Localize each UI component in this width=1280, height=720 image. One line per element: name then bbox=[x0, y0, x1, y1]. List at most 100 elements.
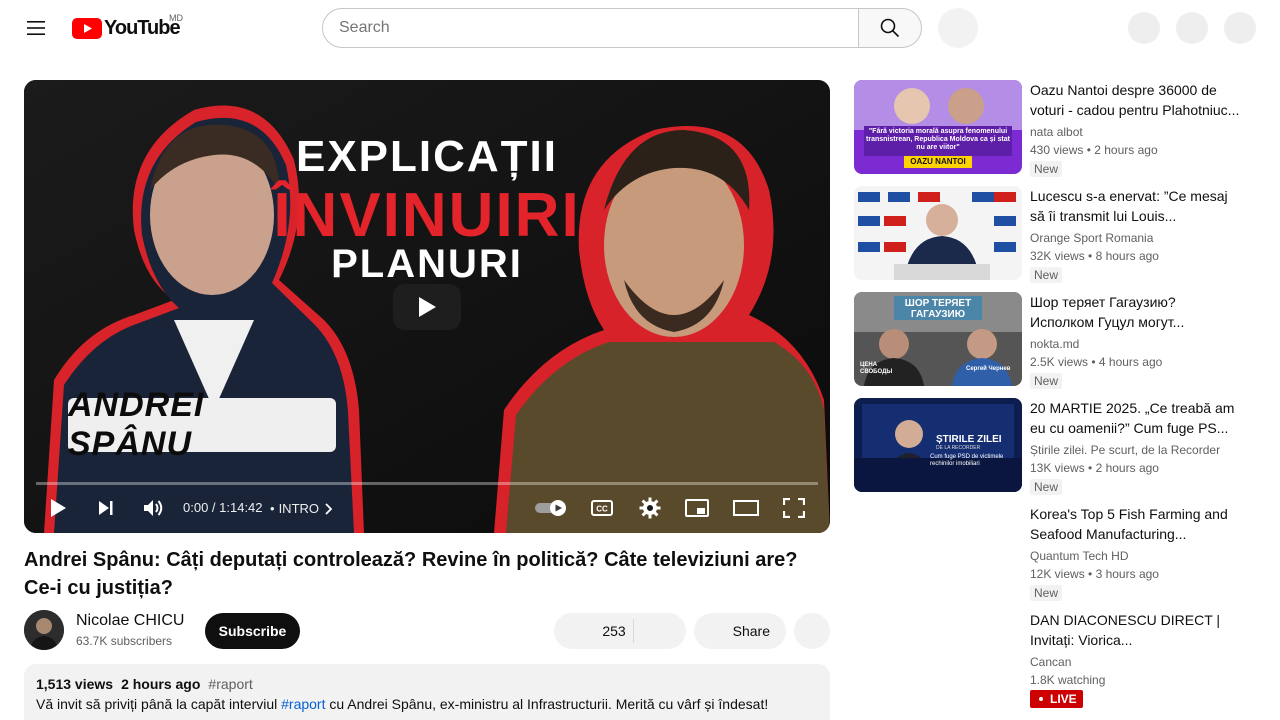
thumbnail-label: OAZU NANTOI bbox=[910, 157, 966, 166]
fullscreen-icon bbox=[783, 498, 805, 518]
recommendation-views: 430 views bbox=[1030, 143, 1084, 157]
description-hashtag-link[interactable]: #raport bbox=[281, 696, 325, 712]
autoplay-toggle-icon bbox=[535, 500, 566, 516]
recommendation-views: 2.5K views bbox=[1030, 355, 1089, 369]
recommendation-title[interactable]: Шор теряет Гагаузию? Исполком Гуцул могу… bbox=[1030, 292, 1240, 332]
description-box[interactable]: 1,513 views 2 hours ago #raport Vă invit… bbox=[24, 664, 830, 720]
play-button[interactable] bbox=[46, 496, 70, 520]
progress-bar[interactable] bbox=[36, 482, 818, 485]
new-badge: New bbox=[1030, 479, 1063, 495]
description-text-after: cu Andrei Spânu, ex-ministru al Infrastr… bbox=[325, 696, 769, 712]
mute-button[interactable] bbox=[141, 496, 165, 520]
recommendation-item[interactable]: "Fără victoria morală asupra fenomenului… bbox=[854, 80, 1254, 177]
avatar-image bbox=[24, 610, 64, 650]
thumbnail-left-caption: ЦЕНА СВОБОДЫ bbox=[860, 362, 893, 375]
thumbnail-image bbox=[854, 186, 1022, 280]
description-meta: 1,513 views 2 hours ago #raport bbox=[36, 676, 818, 692]
thumbnail-title: ȘTIRILE ZILEI bbox=[936, 434, 1002, 445]
voice-search-button[interactable] bbox=[938, 8, 978, 48]
recommendation-thumbnail[interactable]: ȘTIRILE ZILEI DE LA RECORDER Cum fuge PS… bbox=[854, 398, 1022, 492]
create-button[interactable] bbox=[1128, 12, 1160, 44]
channel-avatar[interactable] bbox=[24, 610, 64, 650]
recommendation-title[interactable]: DAN DIACONESCU DIRECT | Invitați: Vioric… bbox=[1030, 610, 1240, 650]
view-count: 1,513 views bbox=[36, 676, 114, 692]
live-label: LIVE bbox=[1050, 692, 1077, 706]
recommendation-item[interactable]: DAN DIACONESCU DIRECT | Invitați: Vioric… bbox=[854, 610, 1254, 708]
subscribe-button[interactable]: Subscribe bbox=[205, 613, 300, 649]
time-display: 0:00 / 1:14:42 bbox=[183, 500, 263, 515]
more-actions-button[interactable] bbox=[794, 613, 830, 649]
recommendation-views: 12K views bbox=[1030, 567, 1085, 581]
video-title: Andrei Spânu: Câți deputați controlează?… bbox=[24, 549, 798, 599]
volume-icon bbox=[144, 500, 163, 516]
recommendation-item[interactable]: ȘTIRILE ZILEI DE LA RECORDER Cum fuge PS… bbox=[854, 398, 1254, 495]
search-button[interactable] bbox=[858, 8, 922, 48]
chevron-right-icon bbox=[325, 502, 333, 515]
recommendation-channel[interactable]: nata albot bbox=[1030, 125, 1083, 139]
recommendation-stats: 13K views • 2 hours ago bbox=[1030, 461, 1159, 475]
subtitles-button[interactable]: CC bbox=[590, 496, 614, 520]
recommendation-item[interactable]: Lucescu s-a enervat: ”Ce mesaj să îi tra… bbox=[854, 186, 1254, 283]
channel-name[interactable]: Nicolae CHICU bbox=[76, 612, 184, 630]
recommendation-views: 32K views bbox=[1030, 249, 1085, 263]
recommendation-title[interactable]: Lucescu s-a enervat: ”Ce mesaj să îi tra… bbox=[1030, 186, 1240, 226]
large-play-button[interactable] bbox=[393, 284, 461, 330]
search-icon bbox=[880, 18, 900, 38]
player-controls: 0:00 / 1:14:42 • INTRO CC bbox=[24, 490, 830, 533]
youtube-logo[interactable]: YouTube bbox=[72, 17, 181, 39]
settings-button[interactable] bbox=[638, 496, 662, 520]
recommendation-stats: 12K views • 3 hours ago bbox=[1030, 567, 1159, 581]
recommendation-thumbnail[interactable] bbox=[854, 610, 1022, 704]
description-text: Vă invit să priviți până la capăt interv… bbox=[36, 696, 818, 712]
recommendation-title[interactable]: 20 MARTIE 2025. „Ce treabă am eu cu oame… bbox=[1030, 398, 1240, 438]
recommendation-age: 8 hours ago bbox=[1095, 249, 1159, 263]
like-divider bbox=[633, 619, 634, 643]
search-input[interactable] bbox=[322, 8, 859, 48]
recommendation-item[interactable]: ШОР ТЕРЯЕТ ГАГАУЗИЮ ЦЕНА СВОБОДЫ Сергей … bbox=[854, 292, 1254, 389]
recommendation-views: 1.8K watching bbox=[1030, 673, 1106, 687]
chapter-separator: • bbox=[270, 501, 275, 516]
recommendation-item[interactable]: Korea's Top 5 Fish Farming and Seafood M… bbox=[854, 504, 1254, 601]
description-hashtag[interactable]: #raport bbox=[208, 676, 252, 692]
recommendation-channel[interactable]: Cancan bbox=[1030, 655, 1071, 669]
recommendation-title[interactable]: Oazu Nantoi despre 36000 de voturi - cad… bbox=[1030, 80, 1240, 120]
share-button[interactable]: Share bbox=[694, 613, 786, 649]
thumbnail-line-2: ÎNVINUIRI bbox=[273, 181, 581, 250]
recommendation-thumbnail[interactable]: "Fără victoria morală asupra fenomenului… bbox=[854, 80, 1022, 174]
miniplayer-button[interactable] bbox=[685, 496, 709, 520]
youtube-play-icon bbox=[72, 17, 102, 39]
recommendation-channel[interactable]: Orange Sport Romania bbox=[1030, 231, 1153, 245]
like-dislike-group: 253 bbox=[554, 613, 686, 649]
upload-age: 2 hours ago bbox=[121, 676, 201, 692]
autoplay-toggle[interactable] bbox=[534, 496, 570, 520]
recommendation-views: 13K views bbox=[1030, 461, 1085, 475]
recommendation-thumbnail[interactable] bbox=[854, 504, 1022, 598]
guide-menu-button[interactable] bbox=[16, 8, 56, 48]
theater-mode-button[interactable] bbox=[733, 496, 759, 520]
play-icon bbox=[51, 499, 66, 517]
recommendation-age: 2 hours ago bbox=[1094, 143, 1158, 157]
video-player[interactable]: EXPLICAȚII ÎNVINUIRI PLANURI ANDREI SPÂN… bbox=[24, 80, 830, 533]
new-badge: New bbox=[1030, 373, 1063, 389]
account-avatar-button[interactable] bbox=[1224, 12, 1256, 44]
recommendation-thumbnail[interactable]: ШОР ТЕРЯЕТ ГАГАУЗИЮ ЦЕНА СВОБОДЫ Сергей … bbox=[854, 292, 1022, 386]
fullscreen-button[interactable] bbox=[782, 496, 806, 520]
thumbnail-right-caption: Сергей Чернев bbox=[966, 366, 1011, 372]
like-count[interactable]: 253 bbox=[594, 623, 634, 639]
recommendation-title[interactable]: Korea's Top 5 Fish Farming and Seafood M… bbox=[1030, 504, 1240, 544]
recommendation-channel[interactable]: Quantum Tech HD bbox=[1030, 549, 1129, 563]
thumbnail-line-1: EXPLICAȚII bbox=[295, 132, 559, 181]
recommendation-channel[interactable]: Știrile zilei. Pe scurt, de la Recorder bbox=[1030, 443, 1220, 457]
chapter-button[interactable]: • INTRO bbox=[270, 501, 333, 516]
notifications-button[interactable] bbox=[1176, 12, 1208, 44]
recommendation-channel[interactable]: nokta.md bbox=[1030, 337, 1079, 351]
new-badge: New bbox=[1030, 161, 1063, 177]
live-badge: LIVE bbox=[1030, 690, 1083, 708]
thumbnail-line-3: PLANURI bbox=[331, 242, 523, 286]
closed-captions-icon: CC bbox=[591, 500, 613, 516]
recommendation-stats: 2.5K views • 4 hours ago bbox=[1030, 355, 1163, 369]
miniplayer-icon bbox=[685, 499, 709, 517]
play-icon bbox=[419, 297, 436, 317]
next-button[interactable] bbox=[94, 496, 118, 520]
recommendation-thumbnail[interactable] bbox=[854, 186, 1022, 280]
